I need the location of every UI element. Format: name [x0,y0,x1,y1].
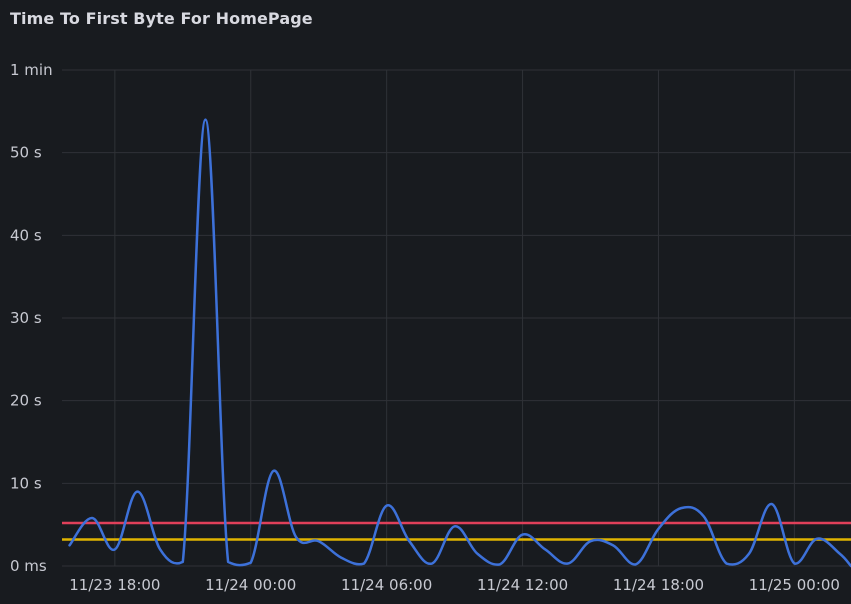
y-tick-label: 0 ms [10,557,47,575]
x-tick-label: 11/24 18:00 [613,576,704,594]
grid-lines [62,69,851,567]
y-tick-label: 30 s [10,309,42,327]
x-tick-label: 11/25 00:00 [749,576,840,594]
y-tick-label: 50 s [10,144,42,162]
chart-plot-area: 0 ms 10 s 20 s 30 s 40 s 50 s 1 min 11/23 18:0… [10,61,851,594]
y-tick-label: 10 s [10,474,42,492]
chart-panel: Time To First Byte For HomePage 0 ms 10 s… [0,0,851,604]
series-layer [68,118,851,568]
y-tick-label: 20 s [10,392,42,410]
x-tick-label: 11/24 06:00 [341,576,432,594]
y-axis: 0 ms 10 s 20 s 30 s 40 s 50 s 1 min [10,61,53,575]
y-tick-label: 1 min [10,61,53,79]
y-tick-label: 40 s [10,226,42,244]
series-line [68,118,851,568]
x-axis: 11/23 18:00 11/24 00:00 11/24 06:00 11/24 1… [69,576,840,594]
x-tick-label: 11/23 18:00 [69,576,160,594]
x-tick-label: 11/24 12:00 [477,576,568,594]
x-tick-label: 11/24 00:00 [205,576,296,594]
